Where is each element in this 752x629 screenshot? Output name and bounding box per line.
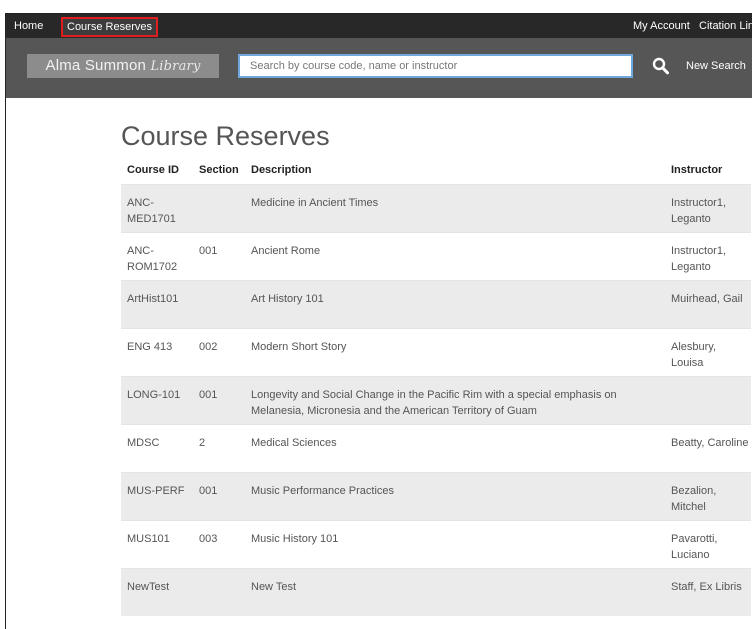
cell-section: 001 <box>193 232 245 281</box>
cell-section <box>193 280 245 329</box>
cell-description: Ancient Rome <box>245 232 665 281</box>
cell-section <box>193 568 245 616</box>
logo-main-text: Alma Summon <box>45 57 147 74</box>
cell-description: Music History 101 <box>245 520 665 569</box>
cell-instructor: Pavarotti, Luciano <box>665 520 751 569</box>
nav-citation-linker-link[interactable]: Citation Link <box>699 14 752 38</box>
page-title: Course Reserves <box>121 121 330 151</box>
cell-course-id: MUS-PERF <box>121 472 193 521</box>
cell-instructor: Instructor1, Leganto <box>665 232 751 281</box>
cell-instructor: Bezalion, Mitchel <box>665 472 751 521</box>
library-logo[interactable]: Alma Summon Library <box>27 54 219 78</box>
table-row[interactable]: NewTest New Test Staff, Ex Libris <box>121 568 751 616</box>
cell-section: 003 <box>193 520 245 569</box>
cell-description: New Test <box>245 568 665 616</box>
cell-course-id: ArtHist101 <box>121 280 193 329</box>
cell-section: 001 <box>193 472 245 521</box>
table-row[interactable]: ANC-ROM1702 001 Ancient Rome Instructor1… <box>121 232 751 281</box>
cell-course-id: ANC-ROM1702 <box>121 232 193 281</box>
nav-my-account-link[interactable]: My Account <box>633 14 690 38</box>
nav-course-reserves-link[interactable]: Course Reserves <box>61 17 158 37</box>
header-description[interactable]: Description <box>245 156 665 185</box>
table-row[interactable]: LONG-101 001 Longevity and Social Change… <box>121 376 751 425</box>
top-navigation: Home Course Reserves My Account Citation… <box>6 14 752 38</box>
table-row[interactable]: ANC-MED1701 Medicine in Ancient Times In… <box>121 184 751 233</box>
cell-description: Music Performance Practices <box>245 472 665 521</box>
header-course-id[interactable]: Course ID <box>121 156 193 185</box>
table-header-row: Course ID Section Description Instructor <box>121 156 751 185</box>
cell-instructor: Beatty, Caroline <box>665 424 751 473</box>
cell-section: 001 <box>193 376 245 425</box>
cell-description: Medicine in Ancient Times <box>245 184 665 233</box>
table-row[interactable]: MUS-PERF 001 Music Performance Practices… <box>121 472 751 521</box>
cell-course-id: ENG 413 <box>121 328 193 377</box>
search-input[interactable] <box>238 54 633 78</box>
cell-section: 002 <box>193 328 245 377</box>
cell-course-id: MDSC <box>121 424 193 473</box>
search-banner: Alma Summon Library New Search <box>6 38 752 98</box>
cell-instructor: Staff, Ex Libris <box>665 568 751 616</box>
new-search-link[interactable]: New Search <box>686 54 746 78</box>
cell-instructor: Alesbury, Louisa <box>665 328 751 377</box>
logo-sub-text: Library <box>150 59 201 74</box>
main-content: Course Reserves Course ID Section Descri… <box>121 120 751 616</box>
table-row[interactable]: MUS101 003 Music History 101 Pavarotti, … <box>121 520 751 569</box>
cell-description: Medical Sciences <box>245 424 665 473</box>
header-instructor[interactable]: Instructor <box>665 156 751 185</box>
nav-home-link[interactable]: Home <box>14 14 43 38</box>
cell-course-id: LONG-101 <box>121 376 193 425</box>
cell-description: Modern Short Story <box>245 328 665 377</box>
cell-instructor: Instructor1, Leganto <box>665 184 751 233</box>
cell-description: Art History 101 <box>245 280 665 329</box>
table-row[interactable]: ENG 413 002 Modern Short Story Alesbury,… <box>121 328 751 377</box>
cell-course-id: MUS101 <box>121 520 193 569</box>
header-section[interactable]: Section <box>193 156 245 185</box>
cell-instructor: Muirhead, Gail <box>665 280 751 329</box>
search-icon[interactable] <box>652 56 670 76</box>
course-table: Course ID Section Description Instructor… <box>121 156 751 616</box>
cell-instructor <box>665 376 751 425</box>
cell-description: Longevity and Social Change in the Pacif… <box>245 376 665 425</box>
cell-section <box>193 184 245 233</box>
cell-course-id: NewTest <box>121 568 193 616</box>
table-row[interactable]: MDSC 2 Medical Sciences Beatty, Caroline <box>121 424 751 473</box>
table-row[interactable]: ArtHist101 Art History 101 Muirhead, Gai… <box>121 280 751 329</box>
app-frame: Home Course Reserves My Account Citation… <box>5 13 752 629</box>
cell-course-id: ANC-MED1701 <box>121 184 193 233</box>
cell-section: 2 <box>193 424 245 473</box>
